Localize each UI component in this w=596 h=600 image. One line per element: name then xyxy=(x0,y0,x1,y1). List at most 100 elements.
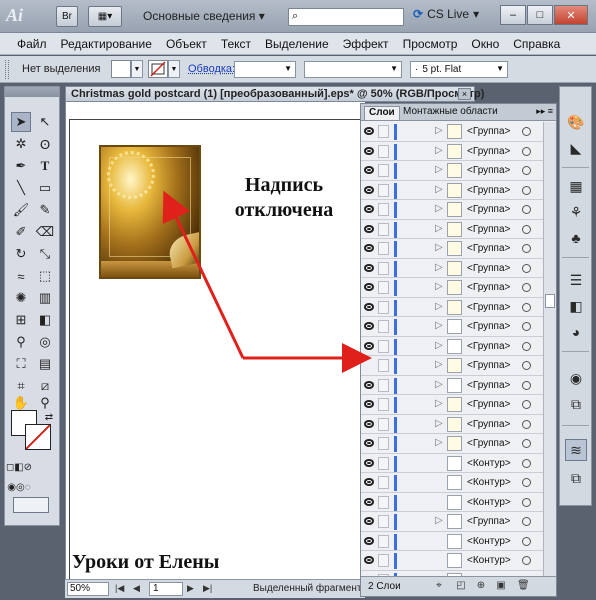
new-sublayer-icon[interactable]: ⊕ xyxy=(475,580,487,592)
layer-row[interactable]: ▷ <Группа> xyxy=(361,278,544,298)
lock-toggle[interactable] xyxy=(378,203,389,216)
expand-triangle-icon[interactable]: ▷ xyxy=(435,262,443,273)
canvas[interactable]: Надпись отключена Уроки от Елены xyxy=(65,102,365,579)
expand-triangle-icon[interactable]: ▷ xyxy=(435,242,443,253)
pencil-icon[interactable]: ✎ xyxy=(35,200,55,220)
layer-name[interactable]: <Группа> xyxy=(467,165,510,176)
stroke-panel-link[interactable]: Обводка: xyxy=(188,63,235,75)
layer-name[interactable]: <Контур> xyxy=(467,477,511,488)
layer-name[interactable]: <Группа> xyxy=(467,185,510,196)
visibility-eye-icon[interactable] xyxy=(364,263,374,272)
layer-name[interactable]: <Контур> xyxy=(467,555,511,566)
lock-toggle[interactable] xyxy=(378,554,389,567)
layer-name[interactable]: <Группа> xyxy=(467,302,510,313)
previous-artboard-icon[interactable]: ◀ xyxy=(133,583,140,594)
lock-toggle[interactable] xyxy=(378,164,389,177)
layer-name[interactable]: <Группа> xyxy=(467,224,510,235)
target-circle-icon[interactable] xyxy=(522,439,531,448)
layer-name[interactable]: <Группа> xyxy=(467,419,510,430)
layer-row[interactable]: ▷ <Группа> xyxy=(361,200,544,220)
selection-arrow-icon[interactable]: ➤ xyxy=(11,112,31,132)
close-window-button[interactable]: ✕ xyxy=(554,5,588,25)
lock-toggle[interactable] xyxy=(378,281,389,294)
next-artboard-icon[interactable]: ▶ xyxy=(187,583,194,594)
menu-object[interactable]: Объект xyxy=(159,37,214,51)
align-icon[interactable]: ⧉ xyxy=(565,393,587,415)
layer-row[interactable]: <Контур> xyxy=(361,473,544,493)
blend-icon[interactable]: ◎ xyxy=(35,332,55,352)
lock-toggle[interactable] xyxy=(378,242,389,255)
cs-live-button[interactable]: ⟳ CS Live ▾ xyxy=(413,7,479,21)
layer-row[interactable]: ▷ <Группа> xyxy=(361,161,544,181)
eyedropper-icon[interactable]: ⚲ xyxy=(11,332,31,352)
expand-triangle-icon[interactable]: ▷ xyxy=(435,184,443,195)
expand-triangle-icon[interactable]: ▷ xyxy=(435,145,443,156)
expand-triangle-icon[interactable]: ▷ xyxy=(435,418,443,429)
layer-name[interactable]: <Контур> xyxy=(467,497,511,508)
tools-panel-header[interactable] xyxy=(5,87,59,97)
color-palette-icon[interactable]: 🎨 xyxy=(565,111,587,133)
fill-color-swatch[interactable] xyxy=(111,60,131,78)
locate-object-icon[interactable]: ⌖ xyxy=(433,580,445,592)
menu-select[interactable]: Выделение xyxy=(258,37,336,51)
visibility-eye-icon[interactable] xyxy=(364,458,374,467)
lock-toggle[interactable] xyxy=(378,534,389,548)
symbol-sprayer-icon[interactable]: ✺ xyxy=(11,288,31,308)
line-icon[interactable]: ╲ xyxy=(11,178,31,198)
menu-effect[interactable]: Эффект xyxy=(336,37,396,51)
swatches-icon[interactable]: ▦ xyxy=(565,175,587,197)
warp-icon[interactable]: ≈ xyxy=(11,266,31,286)
target-circle-icon[interactable] xyxy=(522,458,531,468)
graph-icon[interactable]: ▥ xyxy=(35,288,55,308)
menu-edit[interactable]: Редактирование xyxy=(54,37,159,51)
expand-triangle-icon[interactable]: ▷ xyxy=(435,320,443,331)
gradient-icon[interactable]: ◧ xyxy=(35,310,55,330)
target-circle-icon[interactable] xyxy=(522,244,531,253)
layer-row[interactable]: ▷ <Группа> xyxy=(361,317,544,337)
bridge-button[interactable]: Br xyxy=(56,6,78,27)
visibility-eye-icon[interactable] xyxy=(364,146,374,155)
clipping-mask-icon[interactable]: ◰ xyxy=(455,580,467,592)
target-circle-icon[interactable] xyxy=(522,478,531,487)
visibility-eye-icon[interactable] xyxy=(364,185,374,194)
lock-toggle[interactable] xyxy=(378,456,389,470)
last-artboard-icon[interactable]: ▶| xyxy=(203,583,212,594)
graphic-styles-icon[interactable]: ◉ xyxy=(565,367,587,389)
layer-name[interactable]: <Контур> xyxy=(467,458,511,469)
menu-view[interactable]: Просмотр xyxy=(396,37,465,51)
menu-window[interactable]: Окно xyxy=(464,37,506,51)
layer-name[interactable]: <Группа> xyxy=(467,321,510,332)
target-circle-icon[interactable] xyxy=(522,536,531,546)
free-transform-icon[interactable]: ⬚ xyxy=(35,266,55,286)
lock-toggle[interactable] xyxy=(378,320,389,333)
layer-name[interactable]: <Группа> xyxy=(467,380,510,391)
visibility-eye-icon[interactable] xyxy=(364,419,374,428)
stroke-weight-field[interactable]: ▼ xyxy=(234,61,296,78)
layer-row[interactable]: ▷ <Группа> xyxy=(361,220,544,239)
layer-name[interactable]: <Группа> xyxy=(467,282,510,293)
stroke-dropdown[interactable]: ▼ xyxy=(168,60,180,78)
target-circle-icon[interactable] xyxy=(522,497,531,507)
layer-row[interactable]: ▷ <Группа> xyxy=(361,337,544,356)
screen-mode-button[interactable] xyxy=(13,497,49,513)
layers-scrollbar[interactable] xyxy=(543,122,556,576)
expand-triangle-icon[interactable]: ▷ xyxy=(435,359,443,370)
expand-triangle-icon[interactable]: ▷ xyxy=(435,437,443,448)
target-circle-icon[interactable] xyxy=(522,302,531,312)
layer-name[interactable]: <Группа> xyxy=(467,263,510,274)
target-circle-icon[interactable] xyxy=(522,400,531,409)
layer-row[interactable]: ▷ <Группа> xyxy=(361,298,544,317)
target-circle-icon[interactable] xyxy=(522,361,531,370)
visibility-eye-icon[interactable] xyxy=(364,439,374,447)
lock-toggle[interactable] xyxy=(378,183,389,197)
visibility-eye-icon[interactable] xyxy=(364,361,374,369)
target-circle-icon[interactable] xyxy=(522,185,531,195)
target-circle-icon[interactable] xyxy=(522,380,531,390)
blob-brush-icon[interactable]: ✐ xyxy=(11,222,31,242)
layer-name[interactable]: <Группа> xyxy=(467,126,510,137)
workspace-switcher[interactable]: Основные сведения ▾ xyxy=(143,9,265,23)
layer-row[interactable]: ▷ <Группа> xyxy=(361,142,544,161)
scrollbar-thumb[interactable] xyxy=(545,294,555,308)
layer-name[interactable]: <Группа> xyxy=(467,516,510,527)
fill-dropdown[interactable]: ▼ xyxy=(131,60,143,78)
